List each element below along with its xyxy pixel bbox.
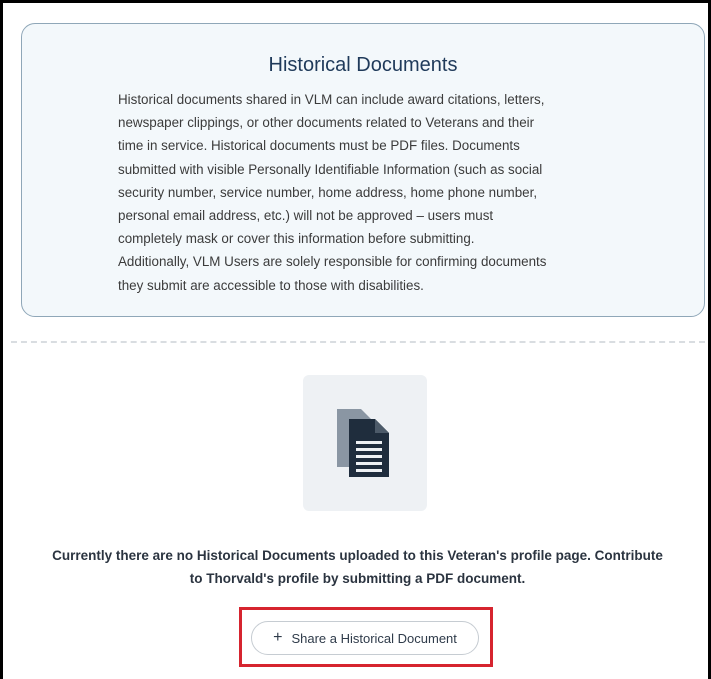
empty-state-message: Currently there are no Historical Docume… [15,544,700,590]
info-card-line: Historical documents shared in VLM can i… [118,92,545,107]
info-card-line: submitted with visible Personally Identi… [118,161,543,177]
share-button-label: Share a Historical Document [291,630,457,646]
section-divider [11,341,705,343]
info-card-line: Additionally, VLM Users are solely respo… [118,254,547,270]
info-card-line: time in service. Historical documents mu… [118,138,520,154]
plus-icon: + [273,629,283,646]
info-card-body: Historical documents shared in VLM can i… [118,88,618,297]
info-card: Historical Documents Historical document… [21,23,705,317]
document-placeholder-tile [303,375,427,511]
empty-state-line: Currently there are no Historical Docume… [52,548,663,563]
info-card-line: newspaper clippings, or other documents … [118,115,535,131]
info-card-title: Historical Documents [268,54,458,76]
info-card-line: they submit are accessible to those with… [118,277,424,293]
info-card-line: security number, service number, home ad… [118,184,538,200]
document-icon [337,409,389,477]
page-frame: Historical Documents Historical document… [0,0,711,679]
share-historical-document-button[interactable]: + Share a Historical Document [251,621,479,655]
empty-state-line: to Thorvald's profile by submitting a PD… [189,571,526,586]
info-card-line: personal email address, etc.) will not b… [118,208,494,224]
info-card-line: completely mask or cover this informatio… [118,231,475,247]
